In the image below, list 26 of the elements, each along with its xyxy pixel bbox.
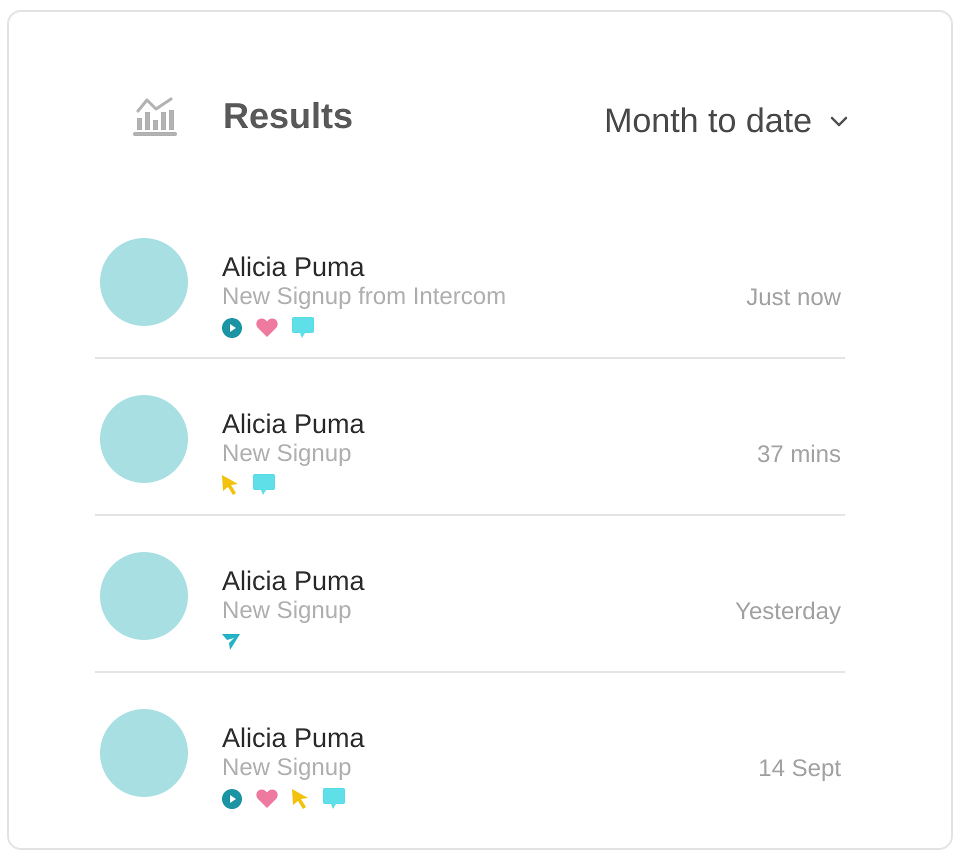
activity-time: 37 mins — [756, 440, 841, 470]
contact-name: Alicia Puma — [222, 723, 365, 753]
cursor-icon — [222, 474, 239, 494]
chevron-down-icon — [830, 116, 848, 126]
contact-name: Alicia Puma — [222, 566, 365, 596]
chat-bubble-icon — [253, 474, 275, 495]
heart-icon — [256, 789, 278, 808]
activity-time: Just now — [746, 283, 841, 313]
activity-description: New Signup — [222, 439, 352, 469]
results-title: Results — [223, 94, 354, 138]
activity-time: Yesterday — [735, 597, 841, 627]
paper-plane-icon — [222, 634, 240, 650]
play-icon — [222, 788, 242, 808]
chat-bubble-icon — [292, 317, 314, 338]
bar-chart-icon — [133, 96, 177, 136]
activity-time: 14 Sept — [758, 754, 841, 784]
contact-name: Alicia Puma — [222, 409, 365, 439]
activity-description: New Signup — [222, 753, 352, 783]
chat-bubble-icon — [323, 788, 345, 809]
contact-name: Alicia Puma — [222, 252, 365, 282]
activity-description: New Signup — [222, 596, 352, 626]
cursor-icon — [292, 788, 309, 808]
activity-description: New Signup from Intercom — [222, 282, 506, 312]
play-icon — [222, 318, 242, 338]
date-range-dropdown[interactable]: Month to date — [604, 99, 848, 143]
heart-icon — [256, 318, 278, 337]
